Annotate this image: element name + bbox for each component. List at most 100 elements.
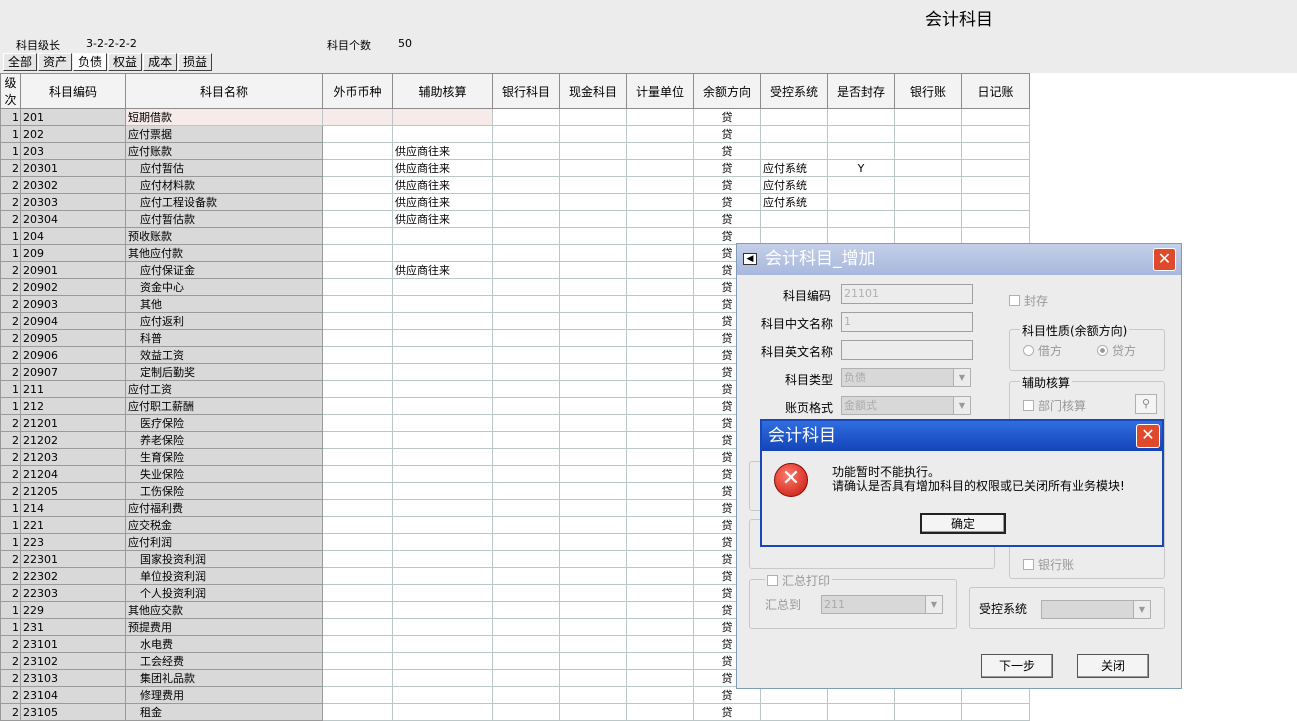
table-cell[interactable] xyxy=(559,346,627,364)
table-cell[interactable] xyxy=(392,703,493,721)
table-cell[interactable] xyxy=(392,346,493,364)
table-cell[interactable] xyxy=(626,703,694,721)
table-cell[interactable] xyxy=(322,108,393,126)
table-cell[interactable] xyxy=(559,601,627,619)
table-cell[interactable] xyxy=(322,703,393,721)
table-cell[interactable] xyxy=(626,363,694,381)
table-cell[interactable] xyxy=(492,125,560,143)
table-cell[interactable] xyxy=(894,686,962,704)
table-cell[interactable] xyxy=(559,244,627,262)
table-cell[interactable]: 2 xyxy=(0,635,21,653)
table-cell[interactable] xyxy=(492,465,560,483)
table-cell[interactable] xyxy=(322,363,393,381)
table-cell[interactable]: 23104 xyxy=(20,686,126,704)
table-cell[interactable] xyxy=(626,244,694,262)
table-cell[interactable]: 21203 xyxy=(20,448,126,466)
table-cell[interactable] xyxy=(626,652,694,670)
table-cell[interactable]: 201 xyxy=(20,108,126,126)
table-cell[interactable] xyxy=(322,669,393,687)
table-cell[interactable]: 20904 xyxy=(20,312,126,330)
table-cell[interactable]: 20905 xyxy=(20,329,126,347)
table-cell[interactable] xyxy=(392,533,493,551)
table-cell[interactable] xyxy=(559,482,627,500)
table-cell[interactable] xyxy=(322,414,393,432)
table-cell[interactable] xyxy=(322,601,393,619)
table-cell[interactable] xyxy=(626,159,694,177)
table-cell[interactable] xyxy=(894,703,962,721)
table-cell[interactable]: 水电费 xyxy=(125,635,323,653)
table-cell[interactable] xyxy=(392,465,493,483)
table-cell[interactable]: 应付返利 xyxy=(125,312,323,330)
table-cell[interactable] xyxy=(322,499,393,517)
table-cell[interactable] xyxy=(559,499,627,517)
table-cell[interactable] xyxy=(492,261,560,279)
table-cell[interactable] xyxy=(559,176,627,194)
table-cell[interactable] xyxy=(492,363,560,381)
table-cell[interactable]: 供应商往来 xyxy=(392,210,493,228)
table-cell[interactable]: 应付暂估 xyxy=(125,159,323,177)
table-cell[interactable] xyxy=(322,431,393,449)
table-cell[interactable]: 养老保险 xyxy=(125,431,323,449)
ctrl-select[interactable]: ▼ xyxy=(1041,600,1151,619)
table-cell[interactable]: 20301 xyxy=(20,159,126,177)
table-cell[interactable] xyxy=(559,261,627,279)
table-cell[interactable]: 2 xyxy=(0,346,21,364)
table-cell[interactable]: 2 xyxy=(0,448,21,466)
table-cell[interactable]: 1 xyxy=(0,244,21,262)
table-cell[interactable] xyxy=(492,652,560,670)
table-cell[interactable] xyxy=(322,380,393,398)
table-cell[interactable] xyxy=(894,142,962,160)
table-cell[interactable] xyxy=(392,108,493,126)
table-cell[interactable]: 1 xyxy=(0,618,21,636)
table-cell[interactable] xyxy=(322,618,393,636)
table-cell[interactable]: 231 xyxy=(20,618,126,636)
error-close-icon[interactable]: ✕ xyxy=(1136,424,1160,448)
table-cell[interactable]: 1 xyxy=(0,499,21,517)
table-cell[interactable] xyxy=(559,516,627,534)
table-cell[interactable]: 供应商往来 xyxy=(392,193,493,211)
table-row[interactable]: 2 20302 应付材料款 供应商往来 贷应付系统 xyxy=(0,176,1030,194)
table-cell[interactable]: 20902 xyxy=(20,278,126,296)
table-cell[interactable] xyxy=(961,125,1030,143)
table-cell[interactable]: 应付工程设备款 xyxy=(125,193,323,211)
table-cell[interactable]: 2 xyxy=(0,550,21,568)
table-cell[interactable] xyxy=(626,261,694,279)
table-cell[interactable] xyxy=(322,652,393,670)
table-cell[interactable] xyxy=(322,465,393,483)
table-cell[interactable]: 2 xyxy=(0,414,21,432)
table-cell[interactable] xyxy=(322,448,393,466)
table-cell[interactable]: 贷 xyxy=(693,193,761,211)
table-cell[interactable] xyxy=(322,193,393,211)
table-cell[interactable] xyxy=(392,618,493,636)
table-cell[interactable] xyxy=(559,295,627,313)
table-cell[interactable] xyxy=(492,397,560,415)
table-cell[interactable] xyxy=(392,652,493,670)
table-cell[interactable] xyxy=(626,550,694,568)
table-cell[interactable] xyxy=(322,176,393,194)
table-cell[interactable]: 租金 xyxy=(125,703,323,721)
table-cell[interactable]: 203 xyxy=(20,142,126,160)
table-cell[interactable] xyxy=(626,686,694,704)
table-cell[interactable]: 20304 xyxy=(20,210,126,228)
sum-print-checkbox[interactable]: 汇总打印 xyxy=(765,572,833,589)
table-cell[interactable] xyxy=(392,414,493,432)
table-cell[interactable] xyxy=(760,125,828,143)
table-cell[interactable] xyxy=(961,686,1030,704)
bank-checkbox[interactable]: 银行账 xyxy=(1023,556,1074,573)
table-row[interactable]: 2 20303 应付工程设备款 供应商往来 贷应付系统 xyxy=(0,193,1030,211)
table-cell[interactable] xyxy=(626,380,694,398)
tab-assets[interactable]: 资产 xyxy=(38,53,73,71)
table-cell[interactable] xyxy=(392,244,493,262)
table-cell[interactable] xyxy=(559,329,627,347)
table-cell[interactable] xyxy=(626,329,694,347)
table-cell[interactable]: 2 xyxy=(0,669,21,687)
table-cell[interactable] xyxy=(626,397,694,415)
table-cell[interactable] xyxy=(492,295,560,313)
table-cell[interactable]: 应付工资 xyxy=(125,380,323,398)
column-header[interactable]: 级次 xyxy=(0,73,21,109)
table-cell[interactable]: 工伤保险 xyxy=(125,482,323,500)
table-cell[interactable]: 医疗保险 xyxy=(125,414,323,432)
table-cell[interactable]: 贷 xyxy=(693,703,761,721)
table-cell[interactable]: 1 xyxy=(0,601,21,619)
table-cell[interactable] xyxy=(492,618,560,636)
